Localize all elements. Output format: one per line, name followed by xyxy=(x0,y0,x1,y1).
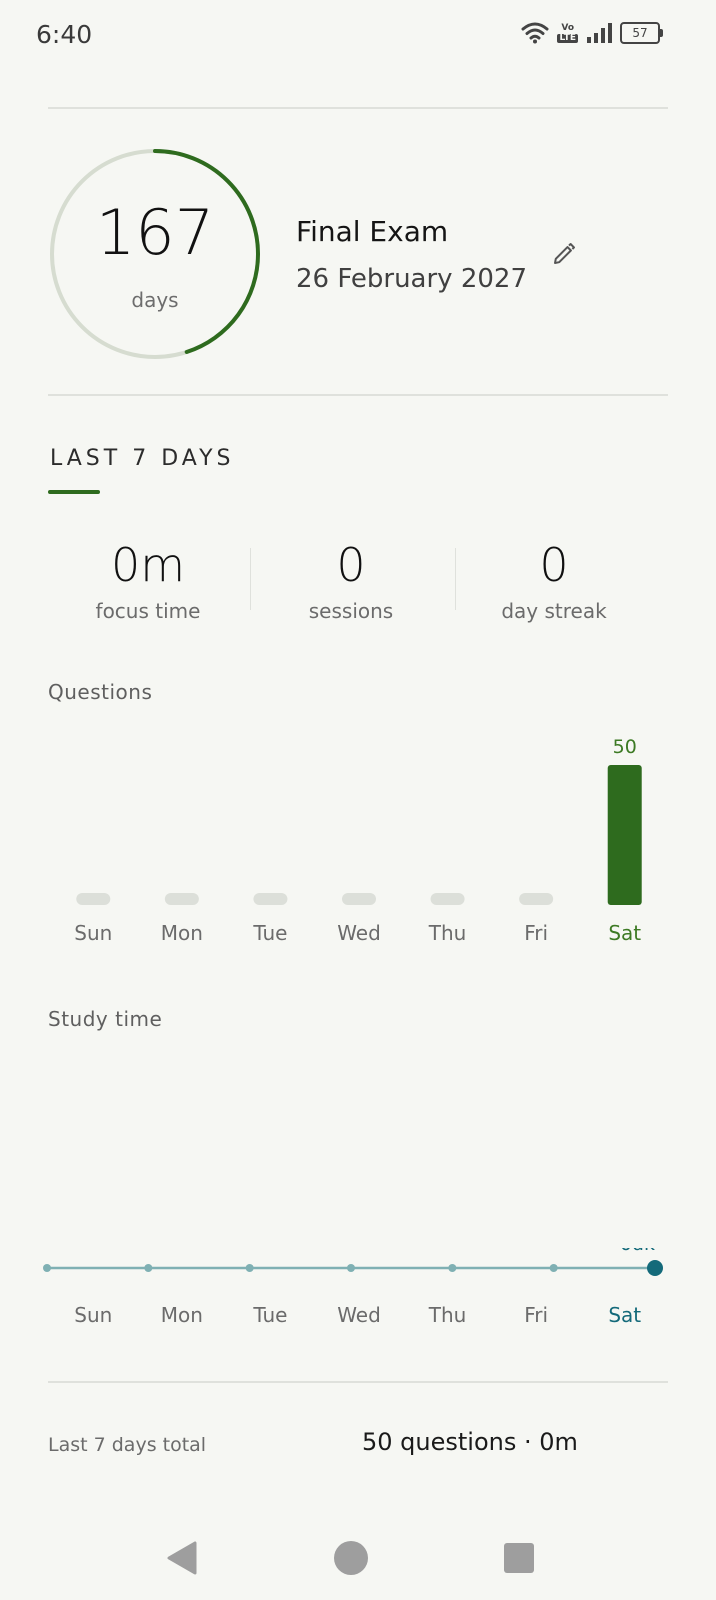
study-time-point xyxy=(347,1264,355,1272)
recents-icon xyxy=(504,1543,534,1573)
study-time-day-label: Sat xyxy=(608,1303,641,1327)
stat-label: day streak xyxy=(501,599,607,623)
study-time-day-label: Fri xyxy=(524,1303,548,1327)
question-bar-empty xyxy=(430,893,465,905)
study-time-day-label: Sun xyxy=(74,1303,112,1327)
summary-label: Last 7 days total xyxy=(48,1434,207,1456)
question-day-label: Thu xyxy=(428,921,467,945)
question-value-label: 50 xyxy=(613,736,637,758)
home-button[interactable] xyxy=(327,1534,375,1582)
question-bar-empty xyxy=(519,893,554,905)
tab-indicator xyxy=(48,490,100,494)
question-bar-empty xyxy=(164,893,199,905)
study-time-point xyxy=(549,1264,558,1272)
study-time-point xyxy=(43,1264,51,1272)
stat-value: 0 xyxy=(336,538,366,592)
pencil-icon xyxy=(554,243,575,264)
stat-separator xyxy=(250,548,251,610)
stat-label: sessions xyxy=(308,599,394,623)
stat-day-streak: 0 day streak xyxy=(464,535,644,623)
exam-name: Final Exam xyxy=(296,215,449,248)
study-time-value-label: 0dk xyxy=(620,1248,655,1255)
study-time-point xyxy=(448,1264,457,1272)
question-day-label: Fri xyxy=(524,921,548,945)
recents-button[interactable] xyxy=(495,1534,543,1582)
status-bar: 6:40 Vo LTE 57 xyxy=(0,0,716,72)
study-time-point xyxy=(144,1264,153,1272)
battery-icon: 57 xyxy=(620,22,663,44)
days-unit: days xyxy=(131,288,179,312)
stat-value: 0 xyxy=(539,538,569,592)
signal-icon xyxy=(587,23,612,43)
section-divider xyxy=(48,394,668,396)
edit-exam-button[interactable] xyxy=(548,238,580,270)
questions-title: Questions xyxy=(48,680,153,704)
days-remaining: 167 xyxy=(95,196,215,269)
question-bar-empty xyxy=(76,893,111,905)
stat-label: focus time xyxy=(95,599,201,623)
study-time-day-label: Thu xyxy=(428,1303,467,1327)
question-day-label: Mon xyxy=(161,921,203,945)
back-button[interactable] xyxy=(158,1534,206,1582)
volte-icon: Vo LTE xyxy=(557,22,578,43)
status-icons: Vo LTE 57 xyxy=(521,22,663,44)
stat-focus-time: 0m focus time xyxy=(58,535,238,623)
status-time: 6:40 xyxy=(36,20,93,49)
study-time-point xyxy=(245,1264,254,1272)
questions-chart: Sun Mon Tue Wed Thu Fri 50 Sat xyxy=(74,736,642,945)
tab-last-7-days[interactable]: LAST 7 DAYS xyxy=(50,446,235,471)
top-divider xyxy=(48,107,668,109)
question-day-label: Wed xyxy=(337,921,381,945)
question-bar-empty xyxy=(253,893,288,905)
study-time-day-label: Mon xyxy=(161,1303,203,1327)
stat-value: 0m xyxy=(110,538,186,592)
question-day-label: Sun xyxy=(74,921,112,945)
question-day-label: Tue xyxy=(252,921,287,945)
study-time-point xyxy=(647,1260,663,1276)
question-day-label: Sat xyxy=(608,921,641,945)
study-time-chart: Sun Mon Tue Wed Thu Fri 0dk Sat xyxy=(43,1248,663,1327)
study-time-day-label: Tue xyxy=(252,1303,287,1327)
back-icon xyxy=(167,1541,197,1575)
study-time-day-label: Wed xyxy=(337,1303,381,1327)
wifi-icon xyxy=(521,22,549,44)
exam-date: 26 February 2027 xyxy=(296,264,527,294)
stat-separator xyxy=(455,548,456,610)
stat-sessions: 0 sessions xyxy=(261,535,441,623)
study-time-title: Study time xyxy=(48,1007,163,1031)
summary-divider xyxy=(48,1381,668,1383)
question-bar-empty xyxy=(342,893,376,905)
summary-value: 50 questions · 0m xyxy=(362,1428,578,1456)
home-icon xyxy=(334,1541,368,1575)
navigation-bar xyxy=(0,1516,716,1600)
question-bar xyxy=(607,765,642,905)
